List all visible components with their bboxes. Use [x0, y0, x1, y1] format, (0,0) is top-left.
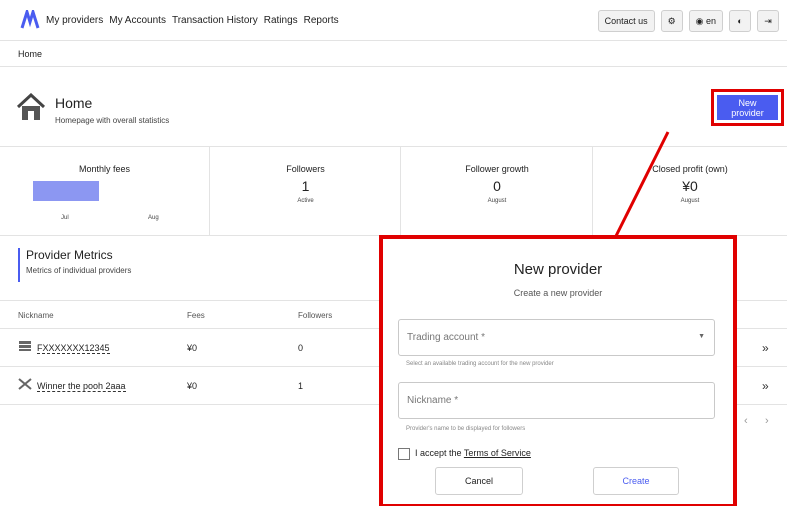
- trading-account-helper: Select an available trading account for …: [406, 361, 554, 367]
- nickname-placeholder: Nickname *: [407, 395, 459, 406]
- trading-account-placeholder: Trading account *: [407, 332, 486, 343]
- nickname-helper: Provider's name to be displayed for foll…: [406, 426, 526, 432]
- terms-of-service-link[interactable]: Terms of Service: [464, 448, 531, 458]
- new-provider-dialog: New provider Create a new provider Tradi…: [379, 235, 737, 506]
- accept-terms-checkbox[interactable]: [398, 448, 410, 460]
- caret-down-icon: ▼: [698, 333, 705, 340]
- accept-terms-label: I accept the Terms of Service: [415, 448, 531, 458]
- accept-prefix: I accept the: [415, 448, 464, 458]
- cancel-button[interactable]: Cancel: [435, 467, 523, 495]
- dialog-subtitle: Create a new provider: [513, 288, 603, 298]
- trading-account-select[interactable]: Trading account * ▼: [398, 319, 715, 356]
- dialog-title: New provider: [513, 261, 603, 278]
- nickname-input[interactable]: Nickname *: [398, 382, 715, 419]
- create-button[interactable]: Create: [593, 467, 679, 495]
